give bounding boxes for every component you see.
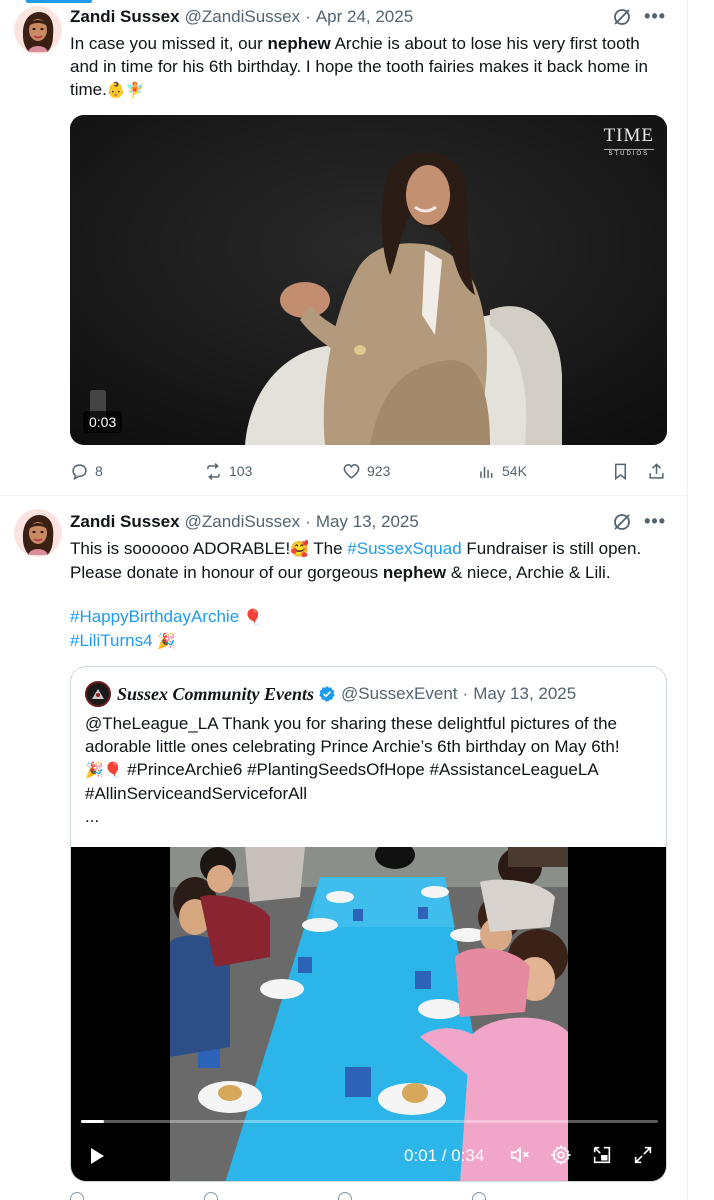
video-control-icons xyxy=(509,1144,654,1166)
emoji: 🎈 xyxy=(243,608,263,626)
views-icon xyxy=(480,466,493,478)
tweet-header: Zandi Sussex @ZandiSussex · Apr 24, 2025 xyxy=(70,6,413,28)
video-progress-fill xyxy=(81,1120,105,1123)
emoji: 🥰 xyxy=(290,540,309,558)
emoji: 🎉🎈 xyxy=(85,761,123,779)
hashtag-link[interactable]: #LiliTurns4 xyxy=(70,631,153,650)
quoted-tweet-header: Sussex Community Events @SussexEvent · M… xyxy=(85,681,576,707)
video-timestamp: 0:01 / 0:34 xyxy=(404,1146,485,1165)
like-icon xyxy=(343,463,360,479)
more-icon[interactable]: ••• xyxy=(644,511,666,532)
views-button[interactable]: 54K xyxy=(477,462,527,481)
mute-icon[interactable] xyxy=(509,1144,531,1166)
quoted-tweet[interactable]: Sussex Community Events @SussexEvent · M… xyxy=(70,666,667,1182)
repost-icon xyxy=(204,1192,218,1200)
quoted-display-name[interactable]: Sussex Community Events xyxy=(117,684,314,705)
quoted-hashtags: #AllinServiceandServiceforAll xyxy=(85,784,308,803)
tweet-header: Zandi Sussex @ZandiSussex · May 13, 2025 xyxy=(70,511,419,533)
tweet-text-part: & niece, Archie & Lili. xyxy=(446,563,611,582)
tweet-actions: 8 103 923 54K xyxy=(70,459,670,483)
grok-icon[interactable] xyxy=(612,7,632,27)
display-name[interactable]: Zandi Sussex xyxy=(70,512,180,532)
video-player[interactable]: TIME STUDIOS 0:03 xyxy=(70,115,667,445)
tweet-hashtags: #HappyBirthdayArchie 🎈 #LiliTurns4 🎉 xyxy=(70,605,670,653)
emoji: 👶🧚 xyxy=(106,81,145,99)
avatar[interactable] xyxy=(14,509,62,557)
more-icon[interactable]: ••• xyxy=(644,6,666,27)
watermark-subtext: STUDIOS xyxy=(603,149,654,157)
tweet-header-actions: ••• xyxy=(612,511,666,532)
play-icon[interactable] xyxy=(87,1146,107,1166)
timeline: Zandi Sussex @ZandiSussex · Apr 24, 2025… xyxy=(0,0,714,1200)
avatar[interactable] xyxy=(14,6,62,54)
video-controls: 0:01 / 0:34 xyxy=(71,1139,666,1173)
video-frame xyxy=(170,847,568,1181)
bookmark-icon xyxy=(614,463,627,480)
grok-icon[interactable] xyxy=(612,512,632,532)
separator: · xyxy=(305,7,311,26)
reply-count: 8 xyxy=(95,463,103,479)
like-icon xyxy=(338,1192,352,1200)
repost-count: 103 xyxy=(229,463,253,479)
next-tweet-actions-peek xyxy=(70,1192,670,1200)
video-duration: 0:03 xyxy=(83,411,123,433)
video-watermark: TIME STUDIOS xyxy=(603,125,654,157)
tweet-text: This is soooooo ADORABLE!🥰 The #SussexSq… xyxy=(70,537,670,584)
tweet-header-actions: ••• xyxy=(612,6,666,27)
tweet-date[interactable]: May 13, 2025 xyxy=(316,512,419,532)
hashtag-link[interactable]: #SussexSquad xyxy=(347,539,461,558)
hashtag-link[interactable]: #HappyBirthdayArchie xyxy=(70,607,239,626)
reply-icon xyxy=(70,1192,84,1200)
tweet[interactable]: Zandi Sussex @ZandiSussex · May 13, 2025… xyxy=(0,497,688,1200)
emoji: 🎉 xyxy=(157,632,176,650)
quoted-date[interactable]: May 13, 2025 xyxy=(473,684,576,704)
quoted-hashtags: #PrinceArchie6 #PlantingSeedsOfHope #Ass… xyxy=(122,760,599,779)
separator: · xyxy=(305,512,311,531)
bookmark-button[interactable] xyxy=(611,462,630,481)
display-name[interactable]: Zandi Sussex xyxy=(70,7,180,27)
like-count: 923 xyxy=(367,463,391,479)
tweet-text: In case you missed it, our nephew Archie… xyxy=(70,32,670,102)
tweet-text-part: This is soooooo ADORABLE! xyxy=(70,539,291,558)
tweet-text-bold: nephew xyxy=(382,563,447,582)
fullscreen-icon[interactable] xyxy=(632,1144,654,1166)
video-player[interactable]: 0:01 / 0:34 xyxy=(71,847,666,1181)
verified-icon xyxy=(319,686,335,702)
tweet-date[interactable]: Apr 24, 2025 xyxy=(316,7,413,27)
quoted-text: @TheLeague_LA Thank you for sharing thes… xyxy=(85,712,655,828)
repost-icon xyxy=(207,462,220,480)
user-handle[interactable]: @ZandiSussex xyxy=(185,7,301,27)
share-icon xyxy=(649,462,664,479)
user-handle[interactable]: @ZandiSussex xyxy=(185,512,301,532)
views-count: 54K xyxy=(502,463,527,479)
reply-icon xyxy=(72,463,87,480)
quoted-handle[interactable]: @SussexEvent xyxy=(341,684,457,704)
reply-button[interactable]: 8 xyxy=(70,462,103,481)
repost-button[interactable]: 103 xyxy=(204,462,252,481)
tweet-text-part: In case you missed it, our xyxy=(70,34,268,53)
tweet[interactable]: Zandi Sussex @ZandiSussex · Apr 24, 2025… xyxy=(0,0,688,496)
quoted-text-body: @TheLeague_LA Thank you for sharing thes… xyxy=(85,714,620,756)
quoted-avatar[interactable] xyxy=(85,681,111,707)
separator: · xyxy=(462,684,469,703)
pip-icon[interactable] xyxy=(591,1144,613,1166)
show-more-ellipsis: ... xyxy=(85,807,100,826)
views-icon xyxy=(472,1192,486,1200)
tweet-text-part: The xyxy=(308,539,348,558)
like-button[interactable]: 923 xyxy=(342,462,390,481)
tweet-text-bold: nephew xyxy=(267,34,331,53)
watermark-text: TIME xyxy=(603,125,654,146)
share-button[interactable] xyxy=(647,462,666,481)
video-progress-bar[interactable] xyxy=(81,1120,658,1123)
settings-icon[interactable] xyxy=(550,1144,572,1166)
